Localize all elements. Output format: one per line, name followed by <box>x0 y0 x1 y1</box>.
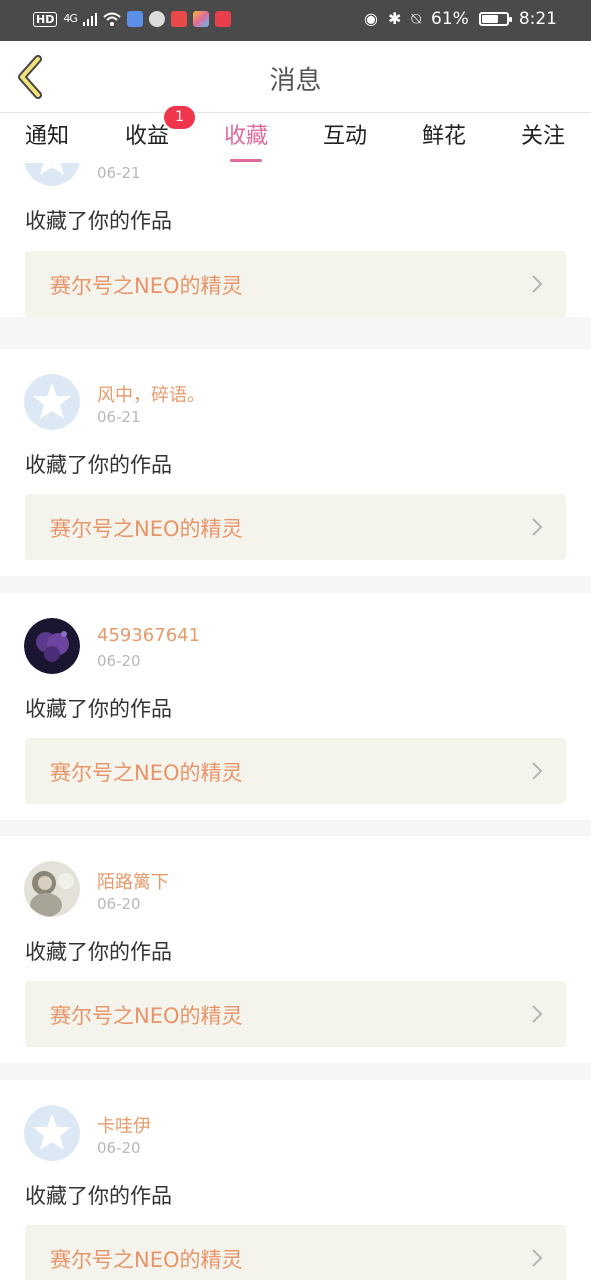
date: 06-20 <box>97 1139 141 1157</box>
tab-interactions[interactable]: 互动 <box>305 122 385 152</box>
red-app-icon <box>170 11 187 27</box>
battery-fill <box>481 15 498 23</box>
username[interactable]: 卡哇伊 <box>97 1112 151 1138</box>
shop-app-icon <box>214 11 231 27</box>
date: 06-21 <box>97 164 141 182</box>
username[interactable]: 陌路篱下 <box>97 868 169 894</box>
purple-art-avatar-icon <box>24 618 80 674</box>
network-type: 4G <box>63 12 77 25</box>
username[interactable]: 459367641 <box>97 625 200 646</box>
chevron-right-icon <box>532 1005 543 1023</box>
battery-icon <box>478 12 512 26</box>
date: 06-20 <box>97 895 141 913</box>
action-text: 收藏了你的作品 <box>25 209 172 233</box>
list-item[interactable]: 卡哇伊 06-20 收藏了你的作品 赛尔号之NEO的精灵 <box>0 1080 591 1280</box>
work-title: 赛尔号之NEO的精灵 <box>50 1248 243 1272</box>
date: 06-21 <box>97 408 141 426</box>
purple-art-avatar[interactable] <box>24 618 80 674</box>
work-link[interactable]: 赛尔号之NEO的精灵 <box>25 1225 566 1280</box>
default-avatar-icon <box>24 1105 80 1161</box>
hd-icon: HD <box>33 11 58 27</box>
eye-icon: ◉ <box>364 9 378 28</box>
music-app-icon <box>126 11 143 27</box>
action-text: 收藏了你的作品 <box>25 940 172 964</box>
work-link[interactable]: 赛尔号之NEO的精灵 <box>25 738 566 804</box>
work-link[interactable]: 赛尔号之NEO的精灵 <box>25 981 566 1047</box>
tab-favorites[interactable]: 收藏 <box>206 122 286 162</box>
action-text: 收藏了你的作品 <box>25 453 172 477</box>
username[interactable]: 风中，碎语。 <box>97 381 205 407</box>
default-avatar-icon <box>24 374 80 430</box>
action-text: 收藏了你的作品 <box>25 1184 172 1208</box>
favorites-feed: 06-21 收藏了你的作品 赛尔号之NEO的精灵 风中，碎语。 06-21 收藏… <box>0 163 591 1280</box>
chevron-right-icon <box>532 518 543 536</box>
tab-notifications[interactable]: 通知 <box>7 122 87 152</box>
status-left-icons: HD 4G <box>33 10 231 28</box>
photo-avatar-icon <box>24 861 80 917</box>
wifi-icon <box>103 12 121 26</box>
work-title: 赛尔号之NEO的精灵 <box>50 1004 243 1028</box>
earnings-badge: 1 <box>164 106 195 129</box>
chevron-right-icon <box>532 275 543 293</box>
list-item[interactable]: 459367641 06-20 收藏了你的作品 赛尔号之NEO的精灵 <box>0 593 591 820</box>
default-avatar[interactable] <box>24 1105 80 1161</box>
action-text: 收藏了你的作品 <box>25 697 172 721</box>
list-item[interactable]: 风中，碎语。 06-21 收藏了你的作品 赛尔号之NEO的精灵 <box>0 349 591 576</box>
chevron-right-icon <box>532 762 543 780</box>
photo-avatar[interactable] <box>24 861 80 917</box>
default-avatar-icon <box>24 163 80 186</box>
tab-bar: 通知 收益 收藏 互动 鲜花 关注 <box>0 113 591 163</box>
default-avatar[interactable] <box>24 163 80 186</box>
list-item[interactable]: 陌路篱下 06-20 收藏了你的作品 赛尔号之NEO的精灵 <box>0 836 591 1063</box>
cloud-icon <box>148 11 165 27</box>
work-title: 赛尔号之NEO的精灵 <box>50 761 243 785</box>
work-title: 赛尔号之NEO的精灵 <box>50 517 243 541</box>
app-bar: 消息 <box>0 41 591 113</box>
bluetooth-icon: ✱ <box>388 9 402 28</box>
date: 06-20 <box>97 652 141 670</box>
list-item[interactable]: 06-21 收藏了你的作品 赛尔号之NEO的精灵 <box>0 163 591 317</box>
signal-icon <box>82 13 97 26</box>
work-link[interactable]: 赛尔号之NEO的精灵 <box>25 494 566 560</box>
chevron-right-icon <box>532 1249 543 1267</box>
tab-follows[interactable]: 关注 <box>503 122 583 152</box>
status-right-icons: ◉ ✱ ⍉ 61% 8:21 <box>364 9 557 29</box>
status-bar: HD 4G ◉ ✱ ⍉ 61% 8:21 <box>0 0 591 41</box>
tab-flowers[interactable]: 鲜花 <box>404 122 484 152</box>
clock: 8:21 <box>518 9 557 29</box>
battery-percent: 61% <box>431 9 469 29</box>
page-title: 消息 <box>269 66 322 96</box>
work-title: 赛尔号之NEO的精灵 <box>50 274 243 298</box>
colorful-app-icon <box>192 11 209 27</box>
mute-bell-icon: ⍉ <box>411 9 422 28</box>
work-link[interactable]: 赛尔号之NEO的精灵 <box>25 251 566 317</box>
default-avatar[interactable] <box>24 374 80 430</box>
